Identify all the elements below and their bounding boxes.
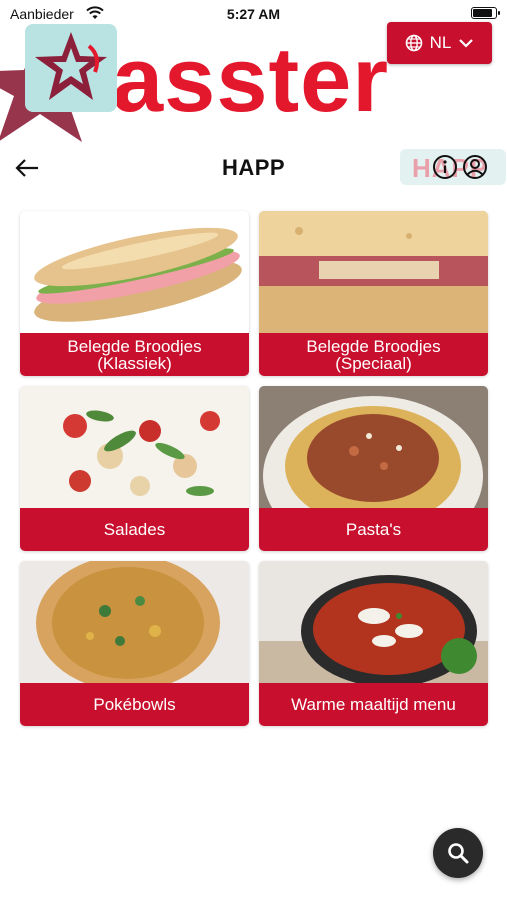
sandwich-special-image <box>259 211 488 334</box>
user-icon[interactable] <box>462 154 488 180</box>
search-button[interactable] <box>433 828 483 878</box>
category-label: Warme maaltijd menu <box>259 683 488 726</box>
warm-meal-image <box>259 561 488 684</box>
salad-image <box>20 386 249 509</box>
language-selector-button[interactable]: NL <box>387 22 492 64</box>
category-label: Belegde Broodjes (Speciaal) <box>259 333 488 376</box>
brand-banner: asster NL <box>0 20 507 145</box>
battery-icon <box>471 7 500 19</box>
category-card-warme-maaltijd[interactable]: Warme maaltijd menu <box>259 561 488 726</box>
category-card-broodjes-klassiek[interactable]: Belegde Broodjes (Klassiek) <box>20 211 249 376</box>
page-header: HAPP HAPP <box>0 145 507 191</box>
pokebowl-image <box>20 561 249 684</box>
pasta-image <box>259 386 488 509</box>
globe-icon <box>405 34 422 52</box>
status-bar: Aanbieder 5:27 AM <box>0 0 507 26</box>
category-card-salades[interactable]: Salades <box>20 386 249 551</box>
brand-logo <box>25 24 117 112</box>
category-grid: Belegde Broodjes (Klassiek) Belegde Broo… <box>20 211 488 726</box>
category-label: Salades <box>20 508 249 551</box>
category-card-broodjes-speciaal[interactable]: Belegde Broodjes (Speciaal) <box>259 211 488 376</box>
category-card-pokebowls[interactable]: Pokébowls <box>20 561 249 726</box>
header-actions: HAPP <box>400 149 506 185</box>
sandwich-image <box>20 211 249 334</box>
category-label: Pokébowls <box>20 683 249 726</box>
search-icon <box>448 843 469 864</box>
category-card-pasta[interactable]: Pasta's <box>259 386 488 551</box>
category-label: Pasta's <box>259 508 488 551</box>
category-label: Belegde Broodjes (Klassiek) <box>20 333 249 376</box>
chevron-down-icon <box>459 39 474 48</box>
language-label: NL <box>429 33 452 52</box>
brand-wordmark: asster <box>112 29 390 131</box>
info-icon[interactable] <box>432 154 458 180</box>
status-time: 5:27 AM <box>226 6 281 22</box>
